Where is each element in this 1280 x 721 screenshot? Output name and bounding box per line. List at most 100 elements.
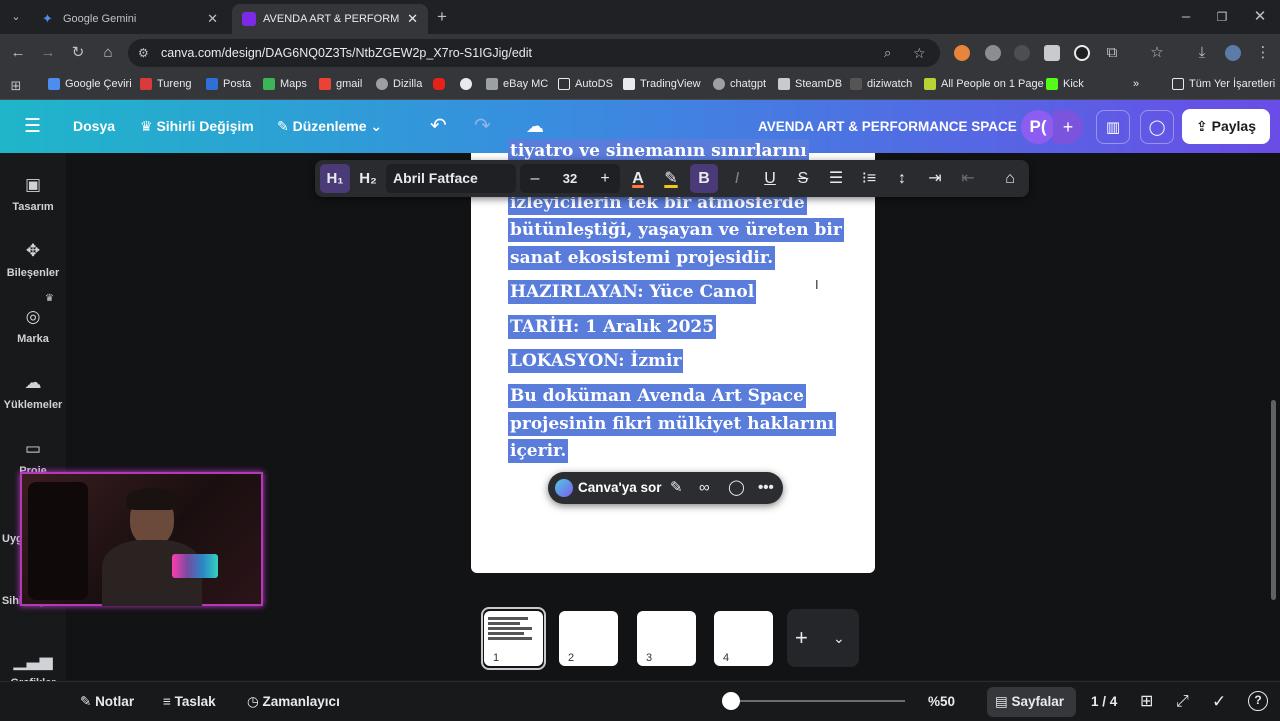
bookmark-item[interactable]: Google Çeviri <box>48 78 132 90</box>
add-comment-icon[interactable]: ◯ <box>728 472 745 504</box>
youtube-bookmark[interactable] <box>433 78 450 90</box>
sidebar-item-uploads[interactable]: ☁ Yüklemeler <box>0 373 66 411</box>
page-thumbnail-3[interactable]: 3 <box>637 611 696 666</box>
forward-icon[interactable]: → <box>38 43 58 63</box>
menu-hamburger-icon[interactable]: ☰ <box>24 100 41 153</box>
close-tab-icon[interactable]: ✕ <box>207 11 218 27</box>
redo-icon[interactable]: ↷ <box>474 100 491 153</box>
extension-icon[interactable] <box>1074 45 1090 61</box>
font-size-input[interactable]: 32 <box>555 160 585 197</box>
chevron-down-icon[interactable]: ⌄ <box>833 609 845 667</box>
minimize-window-icon[interactable]: – <box>1176 7 1196 27</box>
user-avatar[interactable]: P( <box>1021 110 1055 144</box>
sidebar-item-design[interactable]: ▣ Tasarım <box>0 175 66 213</box>
font-family-select[interactable]: Abril Fatface <box>386 164 516 193</box>
notes-button[interactable]: ✎ Notlar <box>80 682 134 721</box>
file-menu-button[interactable]: Dosya <box>73 100 115 153</box>
reload-icon[interactable]: ↻ <box>68 43 88 63</box>
menu-dots-icon[interactable]: ⋮ <box>1253 43 1273 63</box>
bookmark-item[interactable]: Maps <box>263 78 307 90</box>
comment-icon[interactable]: ◯ <box>1140 110 1174 144</box>
bookmark-item[interactable]: Kick <box>1046 78 1084 90</box>
increase-size-button[interactable]: + <box>594 160 616 197</box>
strikethrough-button[interactable]: S <box>790 160 816 197</box>
bold-button[interactable]: B <box>690 164 718 193</box>
page-thumbnail-2[interactable]: 2 <box>559 611 618 666</box>
address-bar[interactable]: ⚙ canva.com/design/DAG6NQ0Z3Ts/NtbZGEW2p… <box>128 39 940 67</box>
sidebar-item-brand[interactable]: ◎ Marka <box>0 307 66 345</box>
doc-line[interactable]: LOKASYON: İzmir <box>508 348 684 375</box>
text-color-icon[interactable]: A <box>625 160 651 197</box>
back-icon[interactable]: ← <box>8 43 28 63</box>
magic-switch-button[interactable]: ♛ Sihirli Değişim <box>140 100 254 153</box>
new-tab-button[interactable]: + <box>432 7 452 27</box>
apps-grid-icon[interactable]: ⊞ <box>6 76 26 96</box>
draft-button[interactable]: ≡ Taslak <box>163 682 216 721</box>
close-window-icon[interactable]: ✕ <box>1250 7 1270 27</box>
bookmark-item[interactable]: Tureng <box>140 78 191 90</box>
underline-button[interactable]: U <box>757 160 783 197</box>
link-icon[interactable]: ∞ <box>699 472 710 504</box>
download-icon[interactable]: ⤓ <box>1192 43 1212 63</box>
add-page-button[interactable]: + <box>795 609 808 667</box>
outdent-icon[interactable]: ⇤ <box>955 160 981 197</box>
home-icon[interactable]: ⌂ <box>98 43 118 63</box>
doc-line[interactable]: sanat ekosistemi projesidir. <box>508 245 776 272</box>
letter-spacing-icon[interactable]: ↕ <box>889 160 915 197</box>
align-left-icon[interactable]: ☰ <box>823 160 849 197</box>
tab-google-gemini[interactable]: ✦ Google Gemini ✕ <box>32 4 228 34</box>
zoom-icon[interactable]: ⌕ <box>884 39 891 67</box>
shield-extension-icon[interactable] <box>1044 45 1060 61</box>
extension-icon[interactable] <box>954 45 970 61</box>
bookmarks-icon[interactable]: ☆ <box>1147 43 1167 63</box>
bullet-list-icon[interactable]: ⁝≡ <box>856 160 882 197</box>
bookmark-item[interactable]: gmail <box>319 78 362 90</box>
copy-style-paint-roller-icon[interactable]: ⌂ <box>997 160 1023 197</box>
doc-line[interactable]: TARİH: 1 Aralık 2025 <box>508 314 717 341</box>
doc-line[interactable]: Bu doküman Avenda Art Space <box>508 383 806 410</box>
sidebar-item-elements[interactable]: ✥ Bileşenler <box>0 241 66 279</box>
doc-line[interactable]: HAZIRLAYAN: Yüce Canol <box>508 279 757 306</box>
extension-icon[interactable] <box>1014 45 1030 61</box>
workspace-scrollbar[interactable] <box>1271 400 1276 600</box>
doc-line[interactable]: bütünleştiği, yaşayan ve üreten bir <box>508 217 844 244</box>
tab-canva-design[interactable]: AVENDA ART & PERFORMANCE ✕ <box>232 4 428 34</box>
heading1-button[interactable]: H₁ <box>320 164 350 193</box>
extension-icon[interactable] <box>985 45 1001 61</box>
highlight-pen-icon[interactable]: ✎ <box>658 160 684 197</box>
doc-line[interactable]: projesinin fikri mülkiyet haklarını <box>508 411 837 438</box>
bookmark-item[interactable]: All People on 1 Page <box>924 78 1044 90</box>
page-counter[interactable]: 1 / 4 <box>1091 682 1117 721</box>
fullscreen-icon[interactable]: ⤢ <box>1176 682 1189 721</box>
insights-chart-icon[interactable]: ▥ <box>1096 110 1130 144</box>
close-tab-icon[interactable]: ✕ <box>407 11 418 27</box>
bookmark-item[interactable]: AutoDS <box>558 78 613 90</box>
more-options-icon[interactable]: ••• <box>758 472 774 504</box>
bookmark-star-icon[interactable]: ☆ <box>913 39 926 67</box>
profile-avatar[interactable] <box>1225 45 1241 61</box>
bookmarks-overflow-button[interactable]: » <box>1133 78 1139 90</box>
check-circle-icon[interactable]: ✓ <box>1212 682 1226 721</box>
bookmark-item[interactable]: TradingView <box>623 78 701 90</box>
bookmark-item[interactable]: chatgpt <box>713 78 766 90</box>
share-button[interactable]: ⇪ Paylaş <box>1182 109 1270 144</box>
indent-icon[interactable]: ⇥ <box>922 160 948 197</box>
zoom-slider-handle[interactable] <box>722 692 740 710</box>
bookmark-item[interactable]: diziwatch <box>850 78 912 90</box>
heading2-button[interactable]: H₂ <box>353 160 383 197</box>
bookmark-item[interactable] <box>460 78 477 90</box>
bookmark-item[interactable]: SteamDB <box>778 78 842 90</box>
extensions-puzzle-icon[interactable]: ⧉ <box>1102 43 1122 63</box>
doc-line[interactable]: içerir. <box>508 438 569 465</box>
zoom-slider-track[interactable] <box>731 700 905 702</box>
bookmark-item[interactable]: Posta <box>206 78 251 90</box>
page-thumbnail-4[interactable]: 4 <box>714 611 773 666</box>
pages-button[interactable]: ▤ Sayfalar <box>995 682 1064 721</box>
site-info-icon[interactable]: ⚙ <box>138 39 149 67</box>
timer-button[interactable]: ◷ Zamanlayıcı <box>247 682 340 721</box>
grid-view-icon[interactable]: ⊞ <box>1140 682 1153 721</box>
add-collaborator-button[interactable]: + <box>1053 110 1083 144</box>
restore-window-icon[interactable]: ❐ <box>1212 7 1232 27</box>
page-thumbnail-1[interactable]: 1 <box>484 611 543 666</box>
help-icon[interactable]: ? <box>1248 691 1268 711</box>
